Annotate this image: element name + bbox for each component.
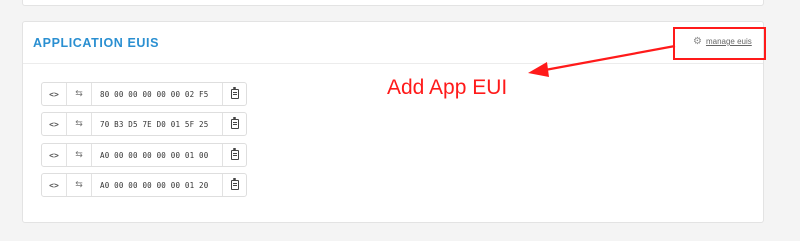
annotation-arrow-head: [528, 62, 549, 77]
page: APPLICATION EUIS ⚙ manage euis <> ⇆ 80 0…: [0, 0, 800, 241]
annotation-arrow: [528, 44, 676, 77]
annotation-arrow-shaft: [544, 44, 676, 72]
annotation-text: Add App EUI: [387, 76, 508, 99]
